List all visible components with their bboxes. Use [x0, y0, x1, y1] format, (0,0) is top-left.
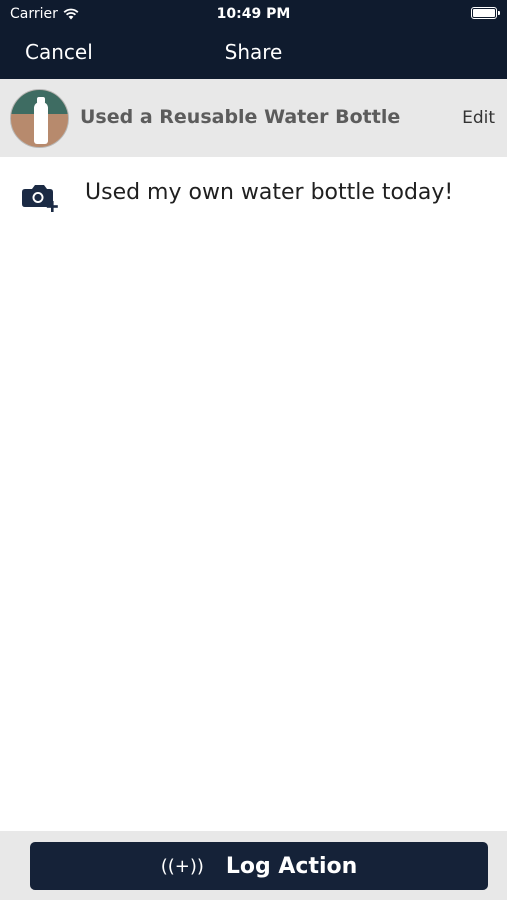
log-action-label: Log Action — [225, 853, 358, 879]
post-text-field[interactable]: Used my own water bottle today! — [85, 180, 453, 205]
action-thumbnail — [10, 89, 69, 148]
bottom-bar: ((+)) Log Action — [0, 831, 507, 900]
status-bar: Carrier 10:49 PM — [0, 0, 507, 28]
log-plus-icon: ((+)) — [160, 855, 204, 877]
share-screen: Carrier 10:49 PM Cancel Share Used a Reu… — [0, 0, 507, 900]
edit-button[interactable]: Edit — [462, 108, 495, 128]
log-action-button[interactable]: ((+)) Log Action — [30, 842, 488, 890]
page-title: Share — [224, 40, 283, 64]
action-title: Used a Reusable Water Bottle — [80, 106, 401, 128]
battery-icon — [471, 7, 500, 19]
top-bar: Carrier 10:49 PM Cancel Share — [0, 0, 507, 79]
add-photo-icon[interactable] — [22, 182, 60, 212]
nav-bar: Cancel Share — [0, 28, 507, 79]
action-summary-row: Used a Reusable Water Bottle Edit — [0, 79, 507, 157]
status-time: 10:49 PM — [216, 6, 291, 22]
